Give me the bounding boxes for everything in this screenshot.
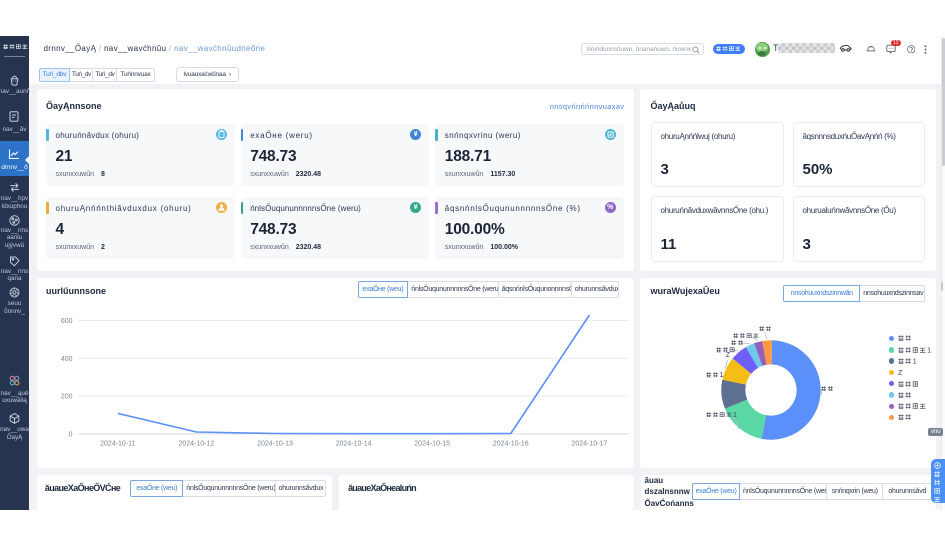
svg-text:1: 1 [733,412,737,417]
svg-text:1: 1 [927,347,931,353]
svg-text:0: 0 [68,431,72,438]
svg-text:2024-10-16: 2024-10-16 [492,440,528,447]
svg-text:2024-10-15: 2024-10-15 [414,440,450,447]
svg-text:1: 1 [719,372,723,377]
svg-text:1: 1 [913,358,917,364]
svg-text:2024-10-11: 2024-10-11 [100,440,135,447]
svg-text:200: 200 [60,393,72,400]
svg-text:2024-10-13: 2024-10-13 [257,440,293,447]
svg-text:400: 400 [60,355,72,362]
svg-text:2024-10-12: 2024-10-12 [178,440,214,447]
svg-text:600: 600 [60,318,72,325]
svg-text:2024-10-17: 2024-10-17 [571,440,607,447]
svg-text:2024-10-14: 2024-10-14 [335,440,371,447]
